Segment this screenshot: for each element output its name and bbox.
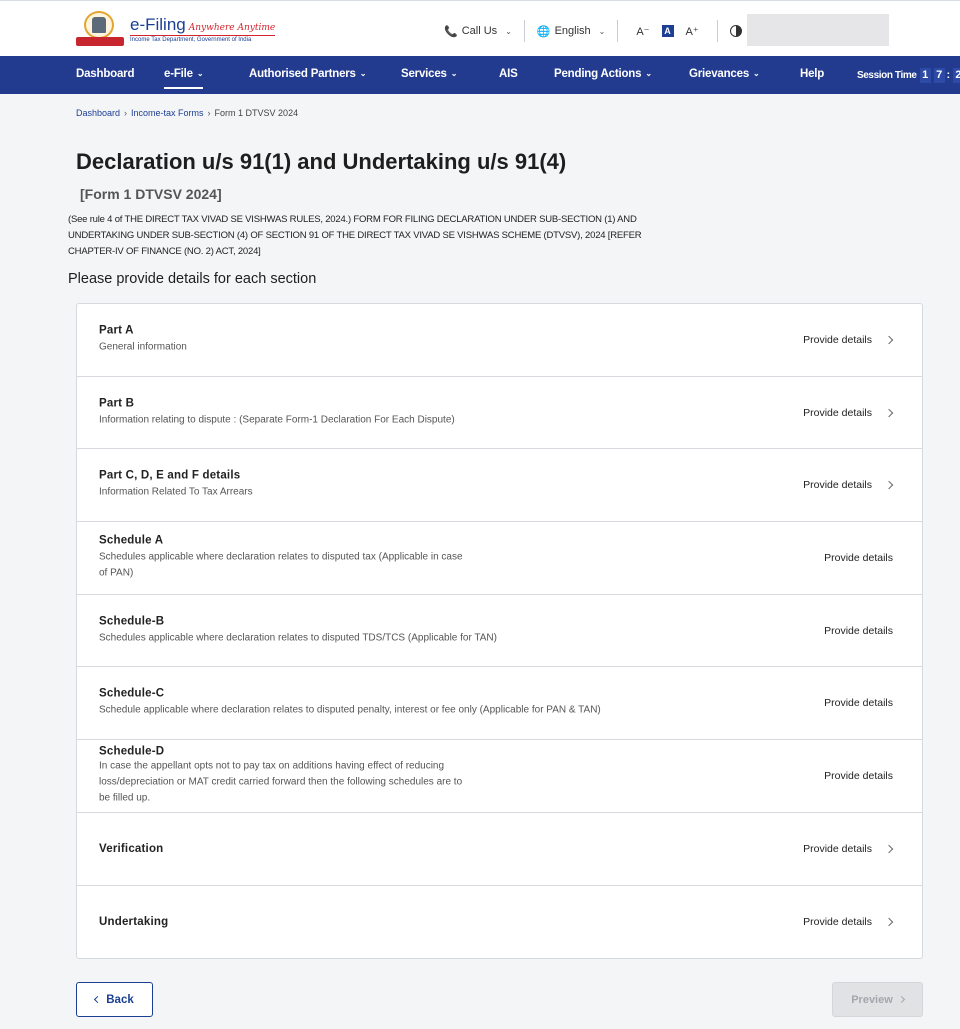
section-title: Part C, D, E and F details xyxy=(99,469,241,482)
section-description: In case the appellant opts not to pay ta… xyxy=(99,760,463,804)
back-button[interactable]: Back xyxy=(76,982,153,1017)
provide-details-link[interactable]: Provide details xyxy=(824,625,893,637)
provide-details-link[interactable]: Provide details xyxy=(803,479,894,491)
section-part-a[interactable]: Part A General information Provide detail… xyxy=(77,304,922,377)
chevron-right-icon xyxy=(884,335,894,345)
section-title: Part A xyxy=(99,324,134,337)
breadcrumb-current: Form 1 DTVSV 2024 xyxy=(214,108,299,118)
section-title: Schedule A xyxy=(99,534,164,547)
section-description: Information Related To Tax Arrears xyxy=(99,486,253,498)
top-header: e-Filing Anywhere Anytime Income Tax Depa… xyxy=(0,0,960,56)
chevron-right-icon xyxy=(884,917,894,927)
logo-text: e-Filing Anywhere Anytime Income Tax Depa… xyxy=(130,14,276,43)
form-tag: [Form 1 DTVSV 2024] xyxy=(80,186,222,202)
page-description: (See rule 4 of THE DIRECT TAX VIVAD SE V… xyxy=(68,214,642,257)
breadcrumb-separator: › xyxy=(124,108,128,118)
chevron-right-icon xyxy=(884,408,894,417)
section-description: Schedules applicable where declaration r… xyxy=(99,551,463,579)
provide-details-link[interactable]: Provide details xyxy=(824,697,893,709)
section-part-cdef[interactable]: Part C, D, E and F details Information Re… xyxy=(77,449,922,523)
chevron-left-icon xyxy=(94,995,102,1004)
header-tools: 📞 Call Us ⌄ 🌐 English ⌄ A⁻ A A⁺ xyxy=(444,19,742,43)
nav-dashboard[interactable]: Dashboard xyxy=(76,56,134,94)
section-title: Undertaking xyxy=(99,915,169,928)
divider xyxy=(716,20,718,42)
section-title: Part B xyxy=(99,397,135,410)
divider xyxy=(523,20,525,42)
language-label: English xyxy=(554,25,591,37)
section-description: Schedules applicable where declaration r… xyxy=(99,632,497,644)
breadcrumb-separator: › xyxy=(207,108,211,118)
call-us-label: Call Us xyxy=(461,25,498,37)
chevron-down-icon: ⌄ xyxy=(450,69,458,78)
page-title-text: Declaration u/s 91(1) and Undertaking u/… xyxy=(76,149,567,174)
section-undertaking[interactable]: Undertaking Provide details xyxy=(77,886,922,959)
section-heading: Please provide details for each section xyxy=(68,271,317,287)
nav-authorised-partners[interactable]: Authorised Partners ⌄ xyxy=(249,56,366,94)
session-digit: 7 xyxy=(933,67,945,83)
section-title: Verification xyxy=(99,842,164,855)
session-digit: 1 xyxy=(919,67,931,83)
chevron-down-icon: ⌄ xyxy=(598,26,606,36)
provide-details-link[interactable]: Provide details xyxy=(803,843,894,855)
national-emblem-icon xyxy=(76,11,124,47)
nav-efile[interactable]: e-File ⌄ xyxy=(164,56,204,94)
nav-ais[interactable]: AIS xyxy=(499,56,518,94)
profile-placeholder[interactable] xyxy=(747,14,889,46)
section-part-b[interactable]: Part B Information relating to dispute : … xyxy=(77,377,922,450)
phone-icon: 📞 xyxy=(444,25,458,38)
provide-details-link[interactable]: Provide details xyxy=(803,334,894,346)
section-title: Schedule-B xyxy=(99,615,165,628)
provide-details-link[interactable]: Provide details xyxy=(824,552,893,564)
logo-tagline: Anywhere Anytime xyxy=(188,22,276,33)
nav-help[interactable]: Help xyxy=(800,56,824,94)
logo-subtitle: Income Tax Department, Government of Ind… xyxy=(130,34,276,43)
section-title: Schedule-D xyxy=(99,745,165,758)
breadcrumb-dashboard[interactable]: Dashboard xyxy=(76,108,120,118)
font-normal-button[interactable]: A xyxy=(661,25,674,37)
nav-grievances[interactable]: Grievances ⌄ xyxy=(689,56,760,94)
globe-icon: 🌐 xyxy=(536,25,551,38)
nav-services[interactable]: Services ⌄ xyxy=(401,56,457,94)
logo-title: e-Filing Anywhere Anytime xyxy=(130,14,276,34)
call-us-dropdown[interactable]: 📞 Call Us ⌄ xyxy=(444,25,512,38)
section-schedule-d[interactable]: Schedule-D In case the appellant opts not… xyxy=(77,740,922,813)
session-colon: : xyxy=(946,69,951,81)
provide-details-link[interactable]: Provide details xyxy=(824,770,893,782)
efiling-logo[interactable]: e-Filing Anywhere Anytime Income Tax Depa… xyxy=(76,11,276,47)
section-schedule-b[interactable]: Schedule-B Schedules applicable where dec… xyxy=(77,595,922,668)
preview-button[interactable]: Preview xyxy=(832,982,923,1017)
chevron-down-icon: ⌄ xyxy=(359,69,367,78)
section-description: Information relating to dispute : (Separ… xyxy=(99,414,455,426)
section-list: Part A General information Provide detail… xyxy=(76,303,923,960)
nav-pending-actions[interactable]: Pending Actions ⌄ xyxy=(554,56,652,94)
contrast-icon[interactable] xyxy=(729,25,742,37)
provide-details-link[interactable]: Provide details xyxy=(803,916,894,928)
section-verification[interactable]: Verification Provide details xyxy=(77,813,922,886)
session-label: Session Time xyxy=(857,69,917,81)
breadcrumb: Dashboard › Income-tax Forms › Form 1 DTVSV … xyxy=(76,108,298,118)
provide-details-link[interactable]: Provide details xyxy=(803,407,894,419)
section-description: Schedule applicable where declaration re… xyxy=(99,704,601,716)
chevron-down-icon: ⌄ xyxy=(505,26,512,36)
language-dropdown[interactable]: 🌐 English ⌄ xyxy=(537,25,605,38)
chevron-down-icon: ⌄ xyxy=(753,69,760,78)
chevron-right-icon xyxy=(884,480,894,490)
session-timer: Session Time 1 7 : 2 xyxy=(857,56,960,94)
font-increase-button[interactable]: A⁺ xyxy=(680,25,705,38)
chevron-down-icon: ⌄ xyxy=(645,69,652,78)
chevron-right-icon xyxy=(897,995,905,1004)
breadcrumb-income-tax-forms[interactable]: Income-tax Forms xyxy=(131,108,204,118)
page-title: Declaration u/s 91(1) and Undertaking u/… xyxy=(76,147,596,209)
chevron-down-icon: ⌄ xyxy=(196,69,204,78)
section-schedule-a[interactable]: Schedule A Schedules applicable where dec… xyxy=(77,522,922,595)
section-title: Schedule-C xyxy=(99,687,165,700)
section-schedule-c[interactable]: Schedule-C Schedule applicable where decl… xyxy=(77,667,922,741)
chevron-right-icon xyxy=(884,844,894,853)
main-navigation: Dashboard e-File ⌄ Authorised Partners ⌄ S… xyxy=(0,56,960,94)
divider xyxy=(617,20,619,42)
section-description: General information xyxy=(99,341,187,353)
session-digit: 2 xyxy=(952,67,960,83)
font-decrease-button[interactable]: A⁻ xyxy=(630,25,655,38)
